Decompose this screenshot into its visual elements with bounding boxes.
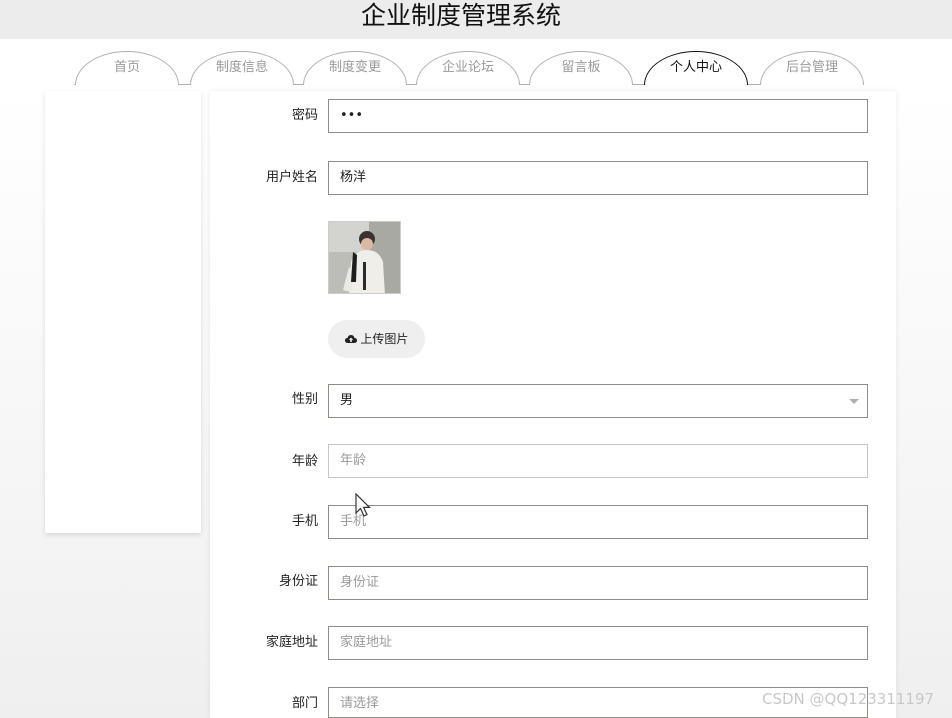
password-value: •••: [340, 108, 364, 123]
phone-field[interactable]: 手机: [328, 505, 868, 539]
chevron-down-icon: [849, 399, 859, 404]
age-placeholder: 年龄: [340, 453, 367, 468]
address-field[interactable]: 家庭地址: [328, 626, 868, 660]
gender-label: 性别: [291, 392, 318, 407]
watermark: CSDN @QQ123311197: [762, 690, 935, 708]
address-label: 家庭地址: [265, 635, 318, 650]
tab-personal-center[interactable]: 个人中心: [644, 51, 748, 85]
department-placeholder: 请选择: [340, 696, 380, 711]
name-field[interactable]: 杨洋: [328, 161, 868, 195]
tab-message-board[interactable]: 留言板: [529, 51, 633, 85]
cloud-upload-icon: [344, 335, 357, 343]
id-card-label: 身份证: [278, 574, 318, 589]
name-value: 杨洋: [340, 170, 367, 185]
id-card-field[interactable]: 身份证: [328, 566, 868, 600]
site-title: 企业制度管理系统: [360, 1, 561, 30]
main-nav: 首页 制度信息 制度变更 企业论坛 留言板 个人中心 后台管理: [0, 39, 952, 91]
tab-policy-info[interactable]: 制度信息: [190, 51, 294, 85]
password-field[interactable]: •••: [328, 99, 868, 133]
gender-value: 男: [340, 393, 354, 408]
tab-forum[interactable]: 企业论坛: [416, 51, 520, 85]
tab-admin[interactable]: 后台管理: [760, 51, 864, 85]
phone-label: 手机: [291, 514, 318, 529]
upload-image-button[interactable]: 上传图片: [328, 320, 425, 358]
tab-policy-change[interactable]: 制度变更: [303, 51, 407, 85]
gender-select[interactable]: 男: [328, 384, 868, 418]
age-label: 年龄: [291, 454, 318, 469]
department-label: 部门: [291, 696, 318, 711]
age-field[interactable]: 年龄: [328, 444, 868, 478]
password-label: 密码: [291, 108, 318, 123]
user-photo-icon: [329, 222, 400, 293]
id-card-placeholder: 身份证: [340, 575, 380, 590]
name-label: 用户姓名: [265, 170, 318, 185]
upload-button-label: 上传图片: [360, 332, 409, 346]
address-placeholder: 家庭地址: [340, 635, 393, 650]
avatar: [328, 221, 401, 294]
app-header: 企业制度管理系统: [0, 0, 952, 39]
mouse-cursor-icon: [355, 493, 371, 517]
tab-home[interactable]: 首页: [75, 51, 179, 85]
sidebar-panel: [45, 91, 201, 533]
